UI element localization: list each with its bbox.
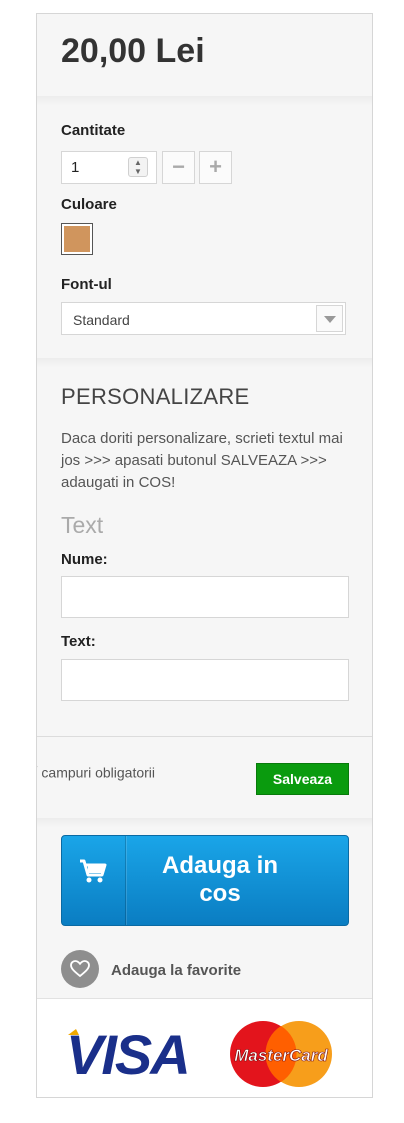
add-to-favorites-label: Adauga la favorite bbox=[111, 962, 242, 979]
shopping-cart-icon bbox=[80, 859, 107, 883]
name-field-label: Nume: bbox=[61, 551, 108, 568]
personalization-heading: PERSONALIZARE bbox=[61, 384, 250, 409]
font-select-value: Standard bbox=[73, 312, 130, 328]
button-divider bbox=[125, 836, 126, 925]
section-divider bbox=[37, 818, 372, 828]
product-purchase-panel: 20,00 Lei Cantitate 1 ▲ ▼ − + Culoare Fon… bbox=[36, 13, 373, 1098]
divider bbox=[37, 736, 372, 737]
quantity-decrement-button[interactable]: − bbox=[162, 151, 195, 184]
product-price: 20,00 Lei bbox=[61, 32, 205, 70]
payment-methods: VISA MasterCard bbox=[37, 998, 372, 1097]
heart-icon[interactable] bbox=[61, 950, 99, 988]
visa-logo: VISA bbox=[66, 1023, 191, 1086]
svg-text:VISA: VISA bbox=[66, 1023, 189, 1086]
name-input[interactable] bbox=[61, 576, 349, 618]
svg-text:MasterCard: MasterCard bbox=[234, 1046, 328, 1065]
add-to-cart-label: Adauga in cos bbox=[161, 852, 278, 907]
color-swatch[interactable] bbox=[61, 223, 93, 255]
required-fields-note: * campuri obligatorii bbox=[37, 764, 156, 781]
quantity-label: Cantitate bbox=[61, 122, 126, 139]
color-swatch-fill bbox=[64, 226, 90, 252]
quantity-value: 1 bbox=[71, 159, 80, 176]
section-divider bbox=[37, 358, 372, 368]
quantity-spinner-icon[interactable]: ▲ ▼ bbox=[128, 157, 148, 177]
chevron-down-icon[interactable] bbox=[316, 305, 343, 332]
mastercard-logo: MasterCard bbox=[230, 1021, 332, 1087]
quantity-increment-button[interactable]: + bbox=[199, 151, 232, 184]
quantity-input[interactable]: 1 ▲ ▼ bbox=[61, 151, 157, 184]
price-box: 20,00 Lei bbox=[37, 14, 372, 96]
text-field-label: Text: bbox=[61, 633, 96, 650]
text-input[interactable] bbox=[61, 659, 349, 701]
add-to-cart-button[interactable]: Adauga in cos bbox=[61, 835, 349, 926]
personalization-description: Daca doriti personalizare, scrieti textu… bbox=[61, 430, 343, 491]
required-note-text: campuri obligatorii bbox=[37, 764, 156, 781]
text-section-heading: Text bbox=[61, 512, 104, 538]
save-button[interactable]: Salveaza bbox=[256, 763, 349, 795]
color-label: Culoare bbox=[61, 196, 117, 213]
font-label: Font-ul bbox=[61, 276, 112, 293]
font-select[interactable]: Standard bbox=[61, 302, 346, 335]
payment-logos: VISA MasterCard bbox=[66, 1021, 332, 1087]
section-divider bbox=[37, 96, 372, 106]
